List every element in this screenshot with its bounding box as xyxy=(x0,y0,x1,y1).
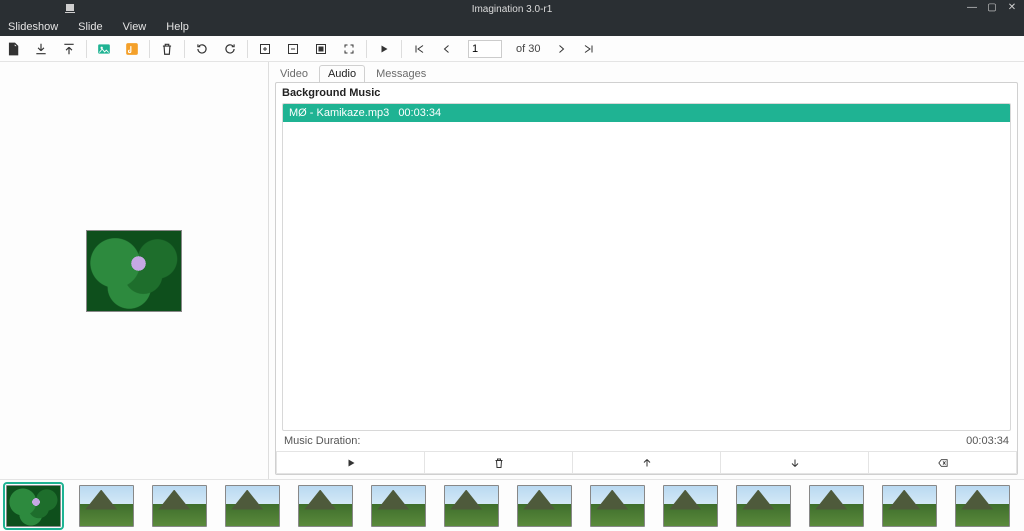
thumbnail[interactable] xyxy=(517,485,572,527)
separator xyxy=(86,40,87,58)
menu-slide[interactable]: Slide xyxy=(74,19,106,35)
music-toolbar xyxy=(276,451,1017,474)
audio-panel: Background Music MØ - Kamikaze.mp3 00:03… xyxy=(275,82,1018,475)
thumbnail[interactable] xyxy=(955,485,1010,527)
prev-icon[interactable] xyxy=(440,42,454,56)
main-area: Video Audio Messages Background Music MØ… xyxy=(0,62,1024,479)
thumbnail[interactable] xyxy=(152,485,207,527)
new-icon[interactable] xyxy=(6,42,20,56)
background-music-label: Background Music xyxy=(276,83,1017,103)
music-row-duration: 00:03:34 xyxy=(392,107,441,119)
separator xyxy=(247,40,248,58)
music-duration-label: Music Duration: xyxy=(284,435,360,447)
music-play-button[interactable] xyxy=(276,452,424,474)
thumbnail[interactable] xyxy=(298,485,353,527)
title-bar: Imagination 3.0-r1 — ▢ ✕ xyxy=(0,0,1024,18)
thumbnail[interactable] xyxy=(590,485,645,527)
window-title: Imagination 3.0-r1 xyxy=(472,4,553,15)
preview-image xyxy=(86,230,182,312)
menu-bar: Slideshow Slide View Help xyxy=(0,18,1024,36)
thumbnail[interactable] xyxy=(6,485,61,527)
zoom-fit-icon[interactable] xyxy=(314,42,328,56)
menu-view[interactable]: View xyxy=(119,19,151,35)
next-icon[interactable] xyxy=(554,42,568,56)
position-input[interactable] xyxy=(468,40,502,58)
separator xyxy=(401,40,402,58)
panel-tabs: Video Audio Messages xyxy=(269,62,1024,82)
music-list[interactable]: MØ - Kamikaze.mp3 00:03:34 xyxy=(282,103,1011,431)
tab-messages[interactable]: Messages xyxy=(367,65,435,82)
maximize-button[interactable]: ▢ xyxy=(986,2,998,14)
music-row[interactable]: MØ - Kamikaze.mp3 00:03:34 xyxy=(283,104,1010,122)
image-icon[interactable] xyxy=(97,42,111,56)
position-total: of 30 xyxy=(516,43,540,55)
thumbnail-strip[interactable] xyxy=(0,479,1024,531)
rotate-right-icon[interactable] xyxy=(223,42,237,56)
zoom-in-icon[interactable] xyxy=(258,42,272,56)
music-move-up-button[interactable] xyxy=(572,452,720,474)
thumbnail[interactable] xyxy=(225,485,280,527)
fullscreen-icon[interactable] xyxy=(342,42,356,56)
side-panel: Video Audio Messages Background Music MØ… xyxy=(269,62,1024,479)
minimize-button[interactable]: — xyxy=(966,2,978,14)
music-icon[interactable] xyxy=(125,42,139,56)
first-icon[interactable] xyxy=(412,42,426,56)
rotate-left-icon[interactable] xyxy=(195,42,209,56)
menu-help[interactable]: Help xyxy=(162,19,193,35)
save-icon[interactable] xyxy=(34,42,48,56)
separator xyxy=(149,40,150,58)
music-duration-value: 00:03:34 xyxy=(966,435,1009,447)
thumbnail[interactable] xyxy=(809,485,864,527)
thumbnail[interactable] xyxy=(444,485,499,527)
music-clear-button[interactable] xyxy=(868,452,1017,474)
thumbnail[interactable] xyxy=(663,485,718,527)
import-icon[interactable] xyxy=(62,42,76,56)
separator xyxy=(366,40,367,58)
tab-audio[interactable]: Audio xyxy=(319,65,365,82)
window-controls: — ▢ ✕ xyxy=(966,2,1018,14)
music-duration-row: Music Duration: 00:03:34 xyxy=(276,431,1017,451)
thumbnail[interactable] xyxy=(882,485,937,527)
thumbnail[interactable] xyxy=(736,485,791,527)
music-delete-button[interactable] xyxy=(424,452,572,474)
menu-slideshow[interactable]: Slideshow xyxy=(4,19,62,35)
delete-icon[interactable] xyxy=(160,42,174,56)
zoom-out-icon[interactable] xyxy=(286,42,300,56)
close-button[interactable]: ✕ xyxy=(1006,2,1018,14)
thumbnail[interactable] xyxy=(79,485,134,527)
music-move-down-button[interactable] xyxy=(720,452,868,474)
toolbar: of 30 xyxy=(0,36,1024,62)
play-icon[interactable] xyxy=(377,42,391,56)
tab-video[interactable]: Video xyxy=(271,65,317,82)
app-icon xyxy=(64,2,76,14)
preview-pane xyxy=(0,62,268,479)
separator xyxy=(184,40,185,58)
thumbnail[interactable] xyxy=(371,485,426,527)
music-row-name: MØ - Kamikaze.mp3 xyxy=(289,107,389,119)
last-icon[interactable] xyxy=(582,42,596,56)
